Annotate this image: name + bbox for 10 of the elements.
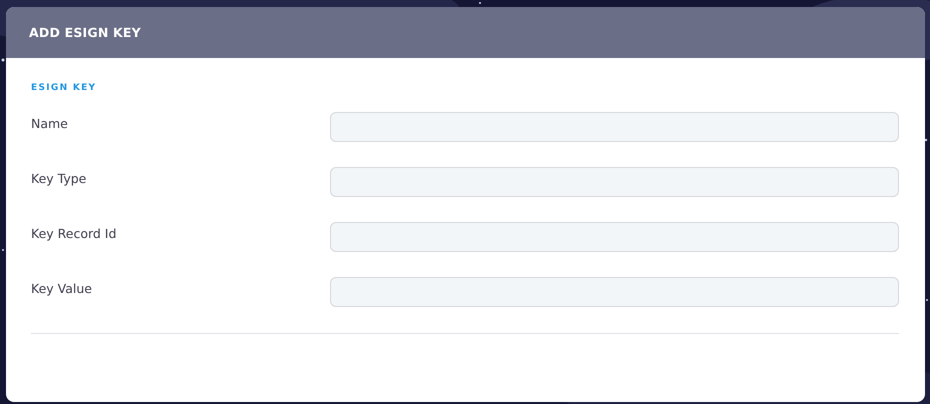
field-label: Key Value xyxy=(31,280,93,296)
field-label: Name xyxy=(31,115,69,131)
dialog-title: ADD ESIGN KEY xyxy=(29,25,141,40)
input-field[interactable] xyxy=(330,222,899,252)
field-label: Key Type xyxy=(31,170,88,186)
input-field[interactable] xyxy=(330,167,899,197)
input-field[interactable] xyxy=(330,112,899,142)
input-field[interactable] xyxy=(330,277,899,307)
section-title: ESIGN KEY xyxy=(31,83,96,93)
field-label: Key Record Id xyxy=(31,225,118,241)
